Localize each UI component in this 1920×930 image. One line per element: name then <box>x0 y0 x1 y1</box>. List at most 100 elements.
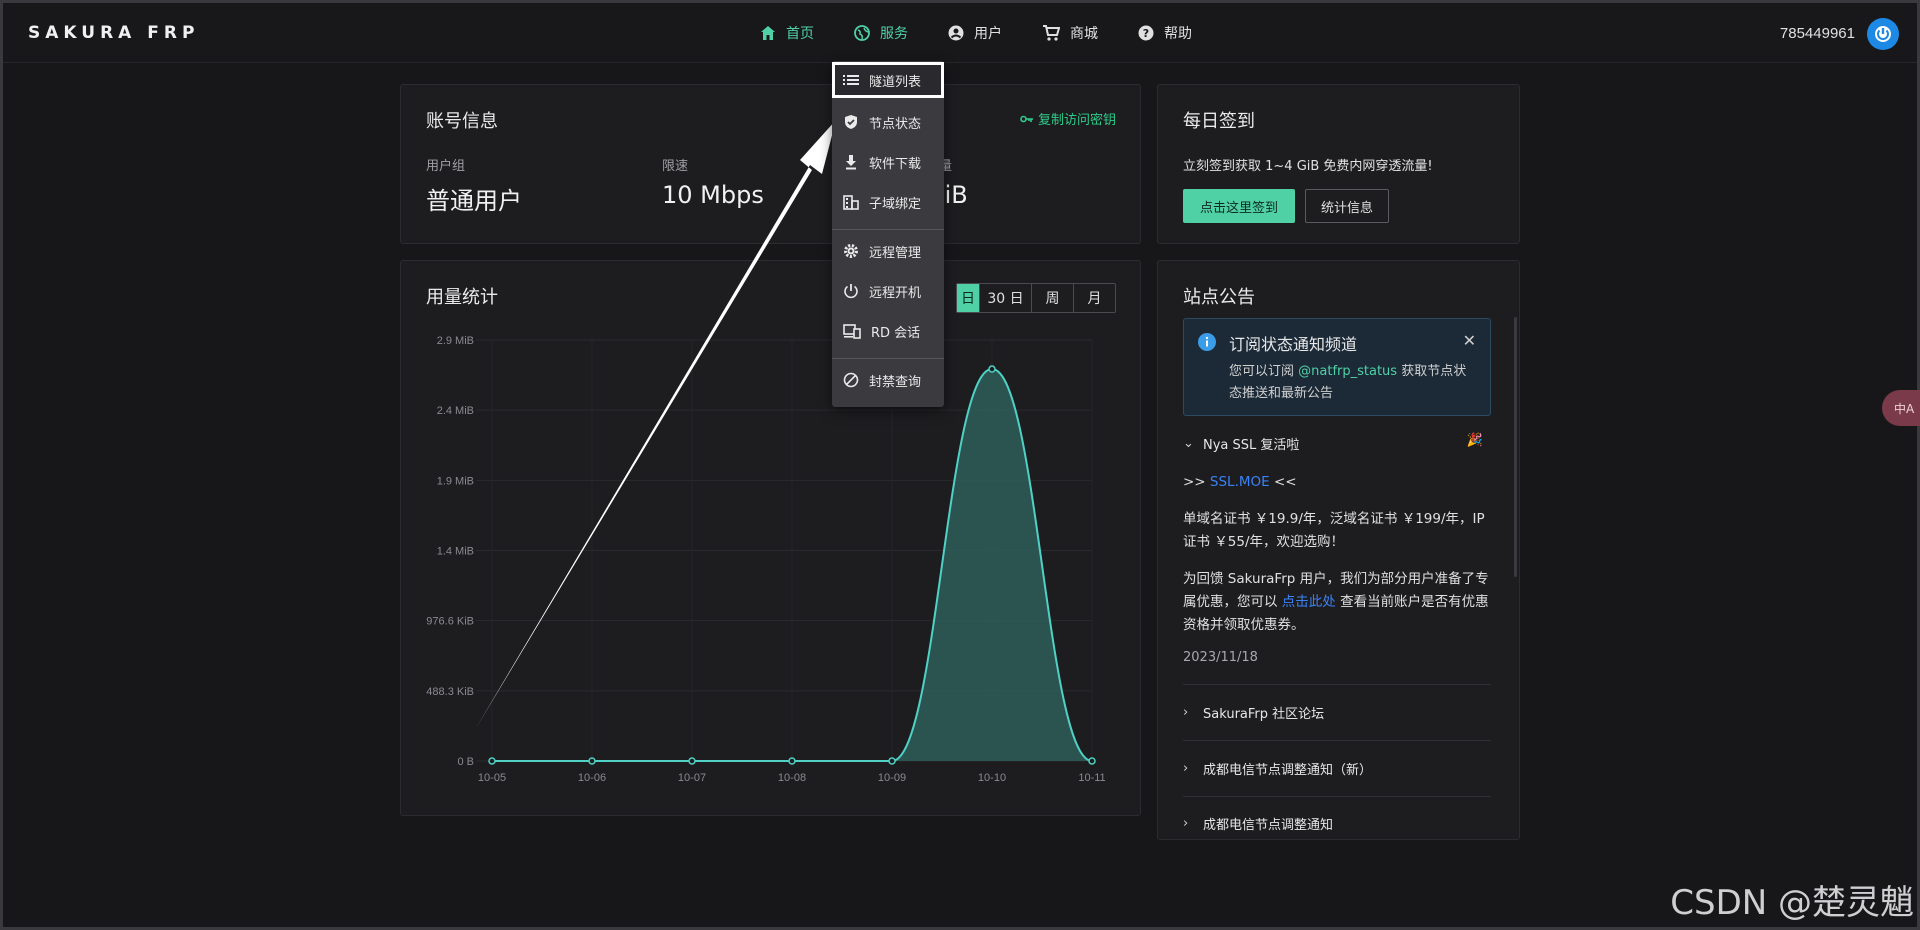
discount-text: 为回馈 SakuraFrp 用户，我们为部分用户准备了专属优惠，您可以 点击此处… <box>1183 568 1493 637</box>
ssl-prefix: >> <box>1183 474 1210 490</box>
announcement-expanded-title: Nya SSL 复活啦 <box>1203 438 1300 453</box>
nav-help[interactable]: ? 帮助 <box>1138 3 1192 63</box>
announcement-item[interactable]: › 成都电信节点调整通知（新） <box>1183 759 1372 778</box>
menu-item-label: 隧道列表 <box>869 74 922 90</box>
menu-separator <box>832 229 944 230</box>
close-icon[interactable]: ✕ <box>1463 331 1476 350</box>
main-nav: 首页 服务 用户 商城 ? 帮助 <box>760 3 1232 63</box>
y-tick-label: 976.6 KiB <box>426 616 474 628</box>
checkin-card: 每日签到 立刻签到获取 1~4 GiB 免费内网穿透流量! 点击这里签到 统计信… <box>1157 84 1520 244</box>
ssl-line: >> SSL.MOE << <box>1183 471 1493 494</box>
menu-item-rd-session[interactable]: RD 会话 <box>832 313 944 349</box>
menu-item-tunnels[interactable]: 隧道列表 <box>832 62 944 98</box>
menu-item-label: 子域绑定 <box>869 196 922 212</box>
notice-title: 订阅状态通知频道 <box>1229 335 1358 354</box>
shield-check-icon <box>845 115 857 129</box>
scrollbar[interactable] <box>1514 317 1517 577</box>
top-navbar: SAKURA FRP 首页 服务 用户 商城 ? 帮助 785449961 <box>3 3 1917 63</box>
announcement-item-title: SakuraFrp 社区论坛 <box>1203 707 1325 722</box>
nav-services[interactable]: 服务 <box>854 3 908 63</box>
nav-home-label: 首页 <box>786 26 814 42</box>
watermark: CSDN @楚灵魈 <box>1670 883 1914 923</box>
speed-value: 10 Mbps <box>662 181 764 209</box>
notice-body-prefix: 您可以订阅 <box>1229 364 1299 379</box>
party-popper-icon: 🎉 <box>1466 433 1483 448</box>
announcement-item-title: 成都电信节点调整通知 <box>1203 818 1334 833</box>
chevron-right-icon: › <box>1183 761 1189 776</box>
divider <box>1183 796 1491 797</box>
services-dropdown: 隧道列表 节点状态 软件下载 子域绑定 远程管理 远程开机 RD 会话 封禁查询 <box>832 61 944 407</box>
data-point <box>988 365 996 373</box>
menu-item-label: 软件下载 <box>869 156 922 172</box>
ssl-suffix: << <box>1269 474 1297 490</box>
y-tick-label: 2.9 MiB <box>437 335 474 347</box>
announcement-date: 2023/11/18 <box>1183 650 1258 665</box>
nav-user[interactable]: 用户 <box>948 3 1002 63</box>
help-icon: ? <box>1138 25 1154 41</box>
logout-button[interactable] <box>1867 18 1899 50</box>
list-icon <box>843 75 859 85</box>
announcement-title: 站点公告 <box>1183 287 1255 308</box>
menu-separator <box>832 358 944 359</box>
data-point <box>1088 757 1096 765</box>
menu-item-label: 远程开机 <box>869 285 922 301</box>
y-tick-label: 0 B <box>457 756 474 768</box>
divider <box>1183 684 1491 685</box>
y-tick-label: 1.4 MiB <box>437 546 474 558</box>
key-icon <box>1020 115 1033 122</box>
chevron-right-icon: › <box>1183 705 1189 720</box>
power-icon <box>1875 26 1891 42</box>
site-logo[interactable]: SAKURA FRP <box>28 23 199 43</box>
copy-key-link[interactable]: 复制访问密钥 <box>1020 109 1116 128</box>
announcement-card: 站点公告 订阅状态通知频道 ✕ 您可以订阅 @natfrp_status 获取节… <box>1157 260 1520 840</box>
menu-item-remote-manage[interactable]: 远程管理 <box>832 233 944 269</box>
account-card: 账号信息 复制访问密钥 用户组 普通用户 限速 10 Mbps 量 GiB <box>400 84 1141 244</box>
notice-body: 您可以订阅 @natfrp_status 获取节点状态推送和最新公告 <box>1229 361 1479 405</box>
ssl-link[interactable]: SSL.MOE <box>1210 474 1270 490</box>
nav-help-label: 帮助 <box>1164 26 1192 42</box>
group-label: 用户组 <box>426 159 466 174</box>
chevron-down-icon: ⌄ <box>1183 436 1194 451</box>
nav-shop[interactable]: 商城 <box>1042 3 1098 63</box>
x-tick-label: 10-10 <box>978 772 1006 784</box>
translate-button[interactable]: 中A <box>1882 390 1920 426</box>
discount-link[interactable]: 点击此处 <box>1282 594 1336 610</box>
group-value: 普通用户 <box>426 187 522 215</box>
user-id[interactable]: 785449961 <box>1780 25 1855 42</box>
x-tick-label: 10-08 <box>778 772 806 784</box>
announcement-item[interactable]: › SakuraFrp 社区论坛 <box>1183 703 1324 722</box>
nav-services-label: 服务 <box>880 26 908 42</box>
announcement-item[interactable]: › 成都电信节点调整通知 <box>1183 814 1333 833</box>
cart-icon <box>1043 25 1060 41</box>
notice-handle-link[interactable]: @natfrp_status <box>1298 364 1397 379</box>
usage-chart: 0 B 488.3 KiB 976.6 KiB 1.4 MiB 1.9 MiB 2.4 M… <box>426 335 1105 784</box>
gear-icon <box>844 244 858 258</box>
x-tick-label: 10-09 <box>878 772 906 784</box>
nav-home[interactable]: 首页 <box>760 3 814 63</box>
data-point <box>888 757 896 765</box>
data-point <box>688 757 696 765</box>
menu-item-label: 远程管理 <box>869 245 922 261</box>
building-icon <box>843 195 859 210</box>
menu-item-subdomain[interactable]: 子域绑定 <box>832 184 944 220</box>
x-tick-label: 10-07 <box>678 772 706 784</box>
y-tick-label: 1.9 MiB <box>437 475 474 487</box>
y-tick-label: 488.3 KiB <box>426 686 474 698</box>
checkin-button[interactable]: 点击这里签到 <box>1183 189 1295 223</box>
power-icon <box>844 284 858 299</box>
menu-item-download[interactable]: 软件下载 <box>832 144 944 180</box>
x-tick-label: 10-05 <box>478 772 506 784</box>
chevron-right-icon: › <box>1183 816 1189 831</box>
download-icon <box>846 155 856 170</box>
ssl-price-text: 单域名证书 ￥19.9/年，泛域名证书 ￥199/年，IP 证书 ￥55/年，欢… <box>1183 511 1485 550</box>
menu-item-label: RD 会话 <box>871 325 921 341</box>
nav-user-label: 用户 <box>974 26 1002 42</box>
menu-item-ban-query[interactable]: 封禁查询 <box>832 362 944 398</box>
usage-card: 用量统计 日 30 日 周 月 0 B 488.3 KiB 976.6 KiB 1.4… <box>400 260 1141 816</box>
stats-button[interactable]: 统计信息 <box>1305 189 1389 223</box>
menu-item-node-status[interactable]: 节点状态 <box>832 104 944 140</box>
announcement-expanded-header[interactable]: ⌄ Nya SSL 复活啦 <box>1183 434 1299 453</box>
y-tick-label: 2.4 MiB <box>437 405 474 417</box>
menu-item-remote-power[interactable]: 远程开机 <box>832 273 944 309</box>
menu-item-label: 节点状态 <box>869 116 922 132</box>
